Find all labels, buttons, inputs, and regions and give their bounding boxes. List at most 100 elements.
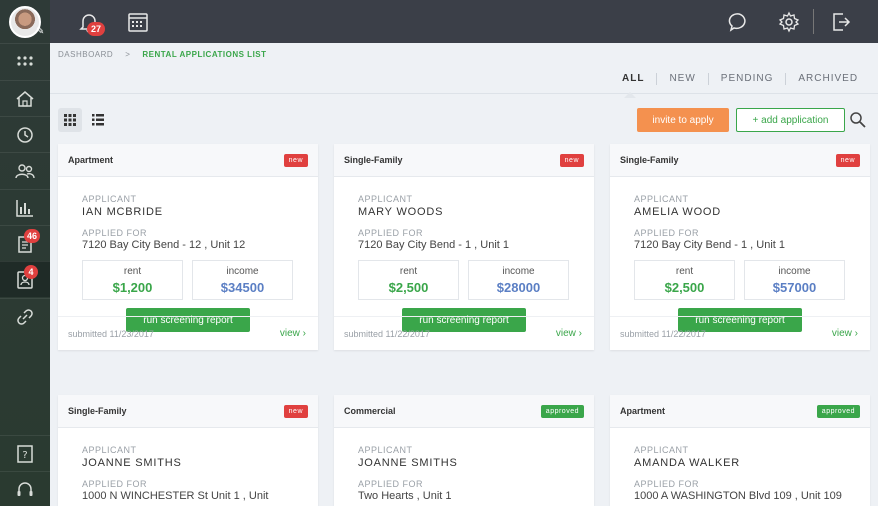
status-badge: new <box>283 154 308 167</box>
rent-box: rent $2,500 <box>358 260 459 300</box>
tab-pending[interactable]: PENDING <box>707 73 786 85</box>
list-view-button[interactable] <box>86 108 110 132</box>
help-icon: ? <box>17 444 33 463</box>
applicant-name: IAN MCBRIDE <box>82 206 163 218</box>
breadcrumb-root[interactable]: DASHBOARD <box>58 50 113 59</box>
income-value: $57000 <box>772 280 817 295</box>
grid-icon <box>64 114 76 126</box>
application-card: Commercial approved APPLICANT JOANNE SMI… <box>334 395 594 506</box>
applied-for-label: APPLIED FOR <box>358 228 424 238</box>
active-tab-caret <box>624 92 636 98</box>
card-header: Single-Family new <box>58 395 318 428</box>
applicant-name: AMANDA WALKER <box>634 457 740 469</box>
sidebar: ✎ 46 4 ? <box>0 0 50 506</box>
income-value: $28000 <box>496 280 541 295</box>
property-address: Two Hearts , Unit 1 <box>358 490 452 502</box>
notifications-badge: 27 <box>87 22 105 36</box>
rent-box: rent $1,200 <box>82 260 183 300</box>
invite-to-apply-button[interactable]: invite to apply <box>637 108 729 132</box>
logout-icon <box>833 13 851 31</box>
sidebar-item-tenants[interactable] <box>0 152 50 188</box>
rent-box: rent $2,500 <box>634 260 735 300</box>
view-link[interactable]: view › <box>280 328 306 339</box>
sidebar-item-applications[interactable]: 4 <box>0 261 50 297</box>
logout-button[interactable] <box>830 11 852 33</box>
status-badge: new <box>559 154 584 167</box>
search-button[interactable] <box>849 111 867 129</box>
calendar-icon <box>128 13 148 32</box>
top-divider <box>813 9 814 34</box>
card-footer: submitted 11/22/2017 view › <box>334 316 594 350</box>
rent-value: $2,500 <box>388 280 429 295</box>
property-type: Commercial <box>344 406 396 416</box>
property-address: 7120 Bay City Bend - 1 , Unit 1 <box>634 239 786 251</box>
calendar-button[interactable] <box>127 11 149 33</box>
grid-view-button[interactable] <box>58 108 82 132</box>
application-card: Single-Family new APPLICANT AMELIA WOOD … <box>610 144 870 350</box>
rent-label: rent <box>399 266 418 277</box>
messages-button[interactable] <box>728 11 750 33</box>
house-icon <box>16 90 34 107</box>
breadcrumb-current: RENTAL APPLICATIONS LIST <box>142 50 267 59</box>
status-badge: new <box>283 405 308 418</box>
card-header: Single-Family new <box>334 144 594 177</box>
applicant-label: APPLICANT <box>358 445 413 455</box>
tab-archived[interactable]: ARCHIVED <box>785 73 870 85</box>
property-address: 7120 Bay City Bend - 1 , Unit 1 <box>358 239 510 251</box>
chat-icon <box>728 13 746 32</box>
applicant-label: APPLICANT <box>82 194 137 204</box>
card-header: Single-Family new <box>610 144 870 177</box>
add-application-button[interactable]: + add application <box>736 108 845 132</box>
sidebar-item-documents[interactable]: 46 <box>0 225 50 261</box>
card-header: Apartment new <box>58 144 318 177</box>
application-card: Apartment approved APPLICANT AMANDA WALK… <box>610 395 870 506</box>
rent-label: rent <box>675 266 694 277</box>
users-icon <box>15 163 35 178</box>
property-address: 1000 N WINCHESTER St Unit 1 , Unit <box>82 490 269 502</box>
sidebar-item-reports[interactable] <box>0 189 50 225</box>
applicant-name: JOANNE SMITHS <box>358 457 458 469</box>
application-card: Apartment new APPLICANT IAN MCBRIDE APPL… <box>58 144 318 350</box>
refresh-icon <box>17 126 33 143</box>
sidebar-item-apps[interactable] <box>0 43 50 79</box>
income-box: income $28000 <box>468 260 569 300</box>
gear-icon <box>778 11 800 33</box>
sidebar-item-transactions[interactable] <box>0 116 50 152</box>
list-icon <box>92 114 104 126</box>
applied-for-label: APPLIED FOR <box>358 479 424 489</box>
income-label: income <box>502 266 535 277</box>
applied-for-label: APPLIED FOR <box>634 479 700 489</box>
view-link[interactable]: view › <box>556 328 582 339</box>
applicant-label: APPLICANT <box>82 445 137 455</box>
property-address: 7120 Bay City Bend - 12 , Unit 12 <box>82 239 246 251</box>
sidebar-item-help[interactable]: ? <box>0 435 50 471</box>
top-bar: 27 <box>50 0 878 43</box>
avatar-area: ✎ <box>0 0 50 43</box>
settings-button[interactable] <box>778 11 800 33</box>
tab-new[interactable]: NEW <box>656 73 707 85</box>
application-card: Single-Family new APPLICANT MARY WOODS A… <box>334 144 594 350</box>
sidebar-item-properties[interactable] <box>0 80 50 116</box>
bar-chart-icon <box>16 199 33 217</box>
grid-dots-icon <box>17 55 33 66</box>
link-icon <box>17 308 33 325</box>
income-label: income <box>778 266 811 277</box>
card-footer: submitted 11/22/2017 view › <box>610 316 870 350</box>
applicant-name: MARY WOODS <box>358 206 444 218</box>
sidebar-item-support[interactable] <box>0 471 50 506</box>
applicant-label: APPLICANT <box>634 445 689 455</box>
submitted-date: submitted 11/22/2017 <box>344 329 430 339</box>
property-type: Single-Family <box>344 155 403 165</box>
pin-icon: ✎ <box>36 26 45 37</box>
search-icon <box>850 112 866 128</box>
tab-all[interactable]: ALL <box>610 73 656 85</box>
status-badge: approved <box>540 405 584 418</box>
filter-tabs: ALL NEW PENDING ARCHIVED <box>610 73 870 85</box>
sidebar-item-integrations[interactable] <box>0 298 50 334</box>
view-link[interactable]: view › <box>832 328 858 339</box>
property-type: Single-Family <box>68 406 127 416</box>
property-address: 1000 A WASHINGTON Blvd 109 , Unit 109 <box>634 490 842 502</box>
applicant-name: JOANNE SMITHS <box>82 457 182 469</box>
income-label: income <box>226 266 259 277</box>
income-value: $34500 <box>220 280 265 295</box>
